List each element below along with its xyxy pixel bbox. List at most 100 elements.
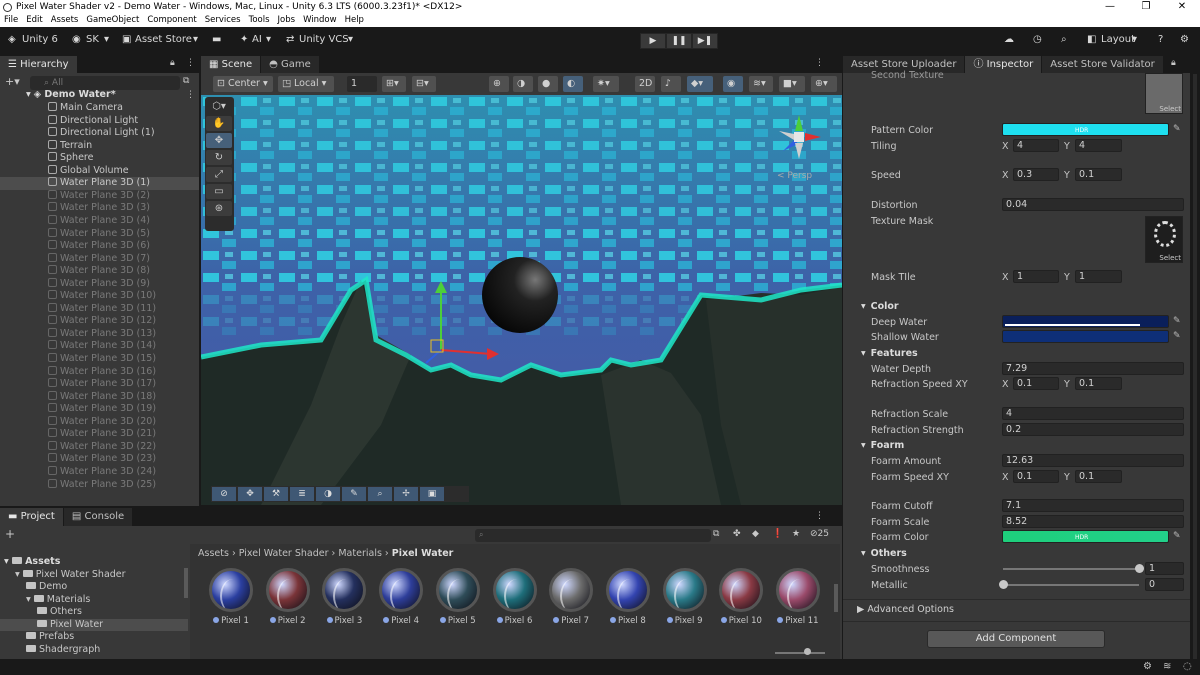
material-asset[interactable]: Pixel 2 [261, 566, 315, 626]
hierarchy-item[interactable]: Water Plane 3D (8) [0, 265, 199, 278]
hierarchy-item[interactable]: Directional Light (1) [0, 127, 199, 140]
close-button[interactable]: ✕ [1164, 0, 1200, 14]
settings-icon[interactable]: ⚙ [1180, 34, 1189, 45]
icon-size-slider-knob[interactable] [804, 648, 811, 655]
hierarchy-item[interactable]: Water Plane 3D (3) [0, 202, 199, 215]
search-icon[interactable]: ⌕ [1061, 34, 1067, 45]
tab-inspector[interactable]: ⓘ Inspector [965, 56, 1042, 73]
breadcrumb-assets[interactable]: Assets [198, 548, 229, 559]
move-tool-icon[interactable]: ✥ [206, 133, 232, 148]
menu-component[interactable]: Component [147, 14, 196, 27]
material-asset[interactable]: Pixel 7 [544, 566, 598, 626]
speed-x-field[interactable]: 0.3 [1013, 168, 1059, 181]
second-texture-slot[interactable]: Select [1145, 73, 1183, 114]
tab-project[interactable]: ▬ Project [0, 508, 63, 526]
probe-tool-icon[interactable]: ⚒ [264, 487, 288, 501]
hidden-count[interactable]: ⊘25 [810, 529, 829, 539]
perspective-label[interactable]: < Persp [777, 171, 812, 181]
hierarchy-item[interactable]: Water Plane 3D (14) [0, 340, 199, 353]
folder-tree-item[interactable]: Others [0, 606, 188, 619]
hierarchy-item[interactable]: Water Plane 3D (7) [0, 252, 199, 266]
camera-dropdown-icon[interactable]: ■▾ [779, 76, 805, 92]
project-search-input[interactable]: ⌕ [475, 529, 711, 542]
breadcrumb-materials[interactable]: Materials [338, 548, 382, 559]
hierarchy-item[interactable]: Water Plane 3D (20) [0, 415, 199, 429]
material-asset[interactable]: Pixel 9 [658, 566, 712, 626]
foarm-color-field[interactable]: HDR [1002, 530, 1169, 543]
hierarchy-item[interactable]: Water Plane 3D (22) [0, 440, 199, 454]
rect-tool-icon[interactable]: ▭ [206, 184, 232, 199]
search-options-icon[interactable]: ⧉ [183, 76, 189, 86]
minimize-button[interactable]: — [1092, 0, 1128, 14]
hierarchy-item[interactable]: Water Plane 3D (6) [0, 240, 199, 253]
material-asset[interactable]: Pixel 11 [771, 566, 825, 626]
layout-dropdown[interactable]: Layout [1101, 34, 1135, 45]
grid-scrollbar[interactable] [834, 584, 838, 612]
material-asset[interactable]: Pixel 3 [317, 566, 371, 626]
pivot-center-dropdown[interactable]: ⊡ Center ▾ [213, 76, 273, 92]
icon-size-slider[interactable] [775, 652, 825, 654]
add-object-button[interactable]: +▾ [5, 75, 20, 88]
pan-tool-icon[interactable]: ✥ [238, 487, 262, 501]
hierarchy-item[interactable]: Directional Light [0, 114, 199, 128]
project-more-icon[interactable]: ⋮ [815, 511, 824, 521]
sphere-tool-icon[interactable]: ◑ [316, 487, 340, 501]
tiling-x-field[interactable]: 4 [1013, 139, 1059, 152]
more-options-icon[interactable]: ⋮ [186, 58, 195, 68]
gizmo-toggle-icon[interactable]: ⊕ [489, 76, 509, 92]
label-icon[interactable]: ◆ [752, 529, 759, 539]
shading-mode-icon[interactable]: ◑ [513, 76, 533, 92]
chevron-down-icon[interactable]: ▾ [15, 569, 23, 580]
unity-vcs-dropdown[interactable]: Unity VCS [299, 34, 349, 45]
smoothness-slider-knob[interactable] [1135, 564, 1144, 573]
smoothness-slider-track[interactable] [1003, 568, 1139, 570]
layers-dropdown-icon[interactable]: ≋▾ [749, 76, 773, 92]
material-asset[interactable]: Pixel 1 [204, 566, 258, 626]
breadcrumb-pixel-water-shader[interactable]: Pixel Water Shader [239, 548, 329, 559]
tab-game[interactable]: ◓ Game [261, 56, 319, 73]
maximize-button[interactable]: ❐ [1128, 0, 1164, 14]
foarm-cutoff-field[interactable]: 7.1 [1002, 499, 1184, 512]
foarm-scale-field[interactable]: 8.52 [1002, 515, 1184, 528]
tab-hierarchy[interactable]: ☰ Hierarchy [0, 56, 77, 73]
folder-tree-item[interactable]: Shadergraph [0, 644, 188, 657]
scene-viewport[interactable]: ⬡▾ ✋ ✥ ↻ ⤢ ▭ ⊛ < Persp ⊘ ✥ ⚒ ≣ ◑ ✎ ⌕ ✢ ▣ [201, 95, 842, 505]
folder-tree-item[interactable]: ▾ Assets [0, 556, 188, 569]
tiling-y-field[interactable]: 4 [1075, 139, 1122, 152]
space-local-dropdown[interactable]: ◳ Local ▾ [278, 76, 334, 92]
folder-tree-item[interactable]: Pixel Water [0, 618, 188, 631]
asset-store-dropdown[interactable]: Asset Store [135, 34, 192, 45]
audio-toggle-icon[interactable]: ♪ [661, 76, 681, 92]
advanced-options-foldout[interactable]: ▶ Advanced Options [857, 604, 954, 615]
create-asset-button[interactable]: + [5, 527, 15, 541]
hierarchy-item[interactable]: Water Plane 3D (18) [0, 390, 199, 404]
menu-tools[interactable]: Tools [249, 14, 270, 27]
features-section-header[interactable]: Features [861, 348, 918, 359]
metallic-slider-knob[interactable] [999, 580, 1008, 589]
hierarchy-item[interactable]: Global Volume [0, 164, 199, 178]
refraction-speed-y-field[interactable]: 0.1 [1075, 377, 1122, 390]
material-asset[interactable]: Pixel 4 [374, 566, 428, 626]
scene-more-icon[interactable]: ⋮ [186, 90, 195, 100]
pause-button[interactable]: ❚❚ [666, 33, 692, 49]
foarm-speed-y-field[interactable]: 0.1 [1075, 470, 1122, 483]
hierarchy-item[interactable]: Water Plane 3D (19) [0, 403, 199, 416]
hierarchy-item[interactable]: Water Plane 3D (10) [0, 290, 199, 303]
hierarchy-item[interactable]: Water Plane 3D (5) [0, 227, 199, 241]
chevron-down-icon[interactable]: ▾ [26, 89, 31, 100]
material-asset[interactable]: Pixel 5 [431, 566, 485, 626]
tree-scrollbar[interactable] [184, 568, 188, 598]
help-icon[interactable]: ? [1158, 34, 1163, 45]
eyedropper-icon[interactable]: ✎ [1173, 316, 1184, 327]
select-mask-button[interactable]: Select [1159, 254, 1181, 262]
gizmos-dropdown-icon[interactable]: ⊕▾ [811, 76, 837, 92]
lock-icon[interactable]: 🔒︎ [1171, 58, 1176, 68]
color-section-header[interactable]: Color [861, 301, 899, 312]
lock-icon[interactable]: 🔒︎ [170, 58, 175, 68]
play-button[interactable]: ▶ [640, 33, 666, 49]
menu-window[interactable]: Window [303, 14, 337, 27]
texture-mask-slot[interactable]: Select [1145, 216, 1183, 263]
increment-snap-icon[interactable]: ⊟▾ [412, 76, 436, 92]
water-depth-field[interactable]: 7.29 [1002, 362, 1184, 375]
distortion-field[interactable]: 0.04 [1002, 198, 1184, 211]
